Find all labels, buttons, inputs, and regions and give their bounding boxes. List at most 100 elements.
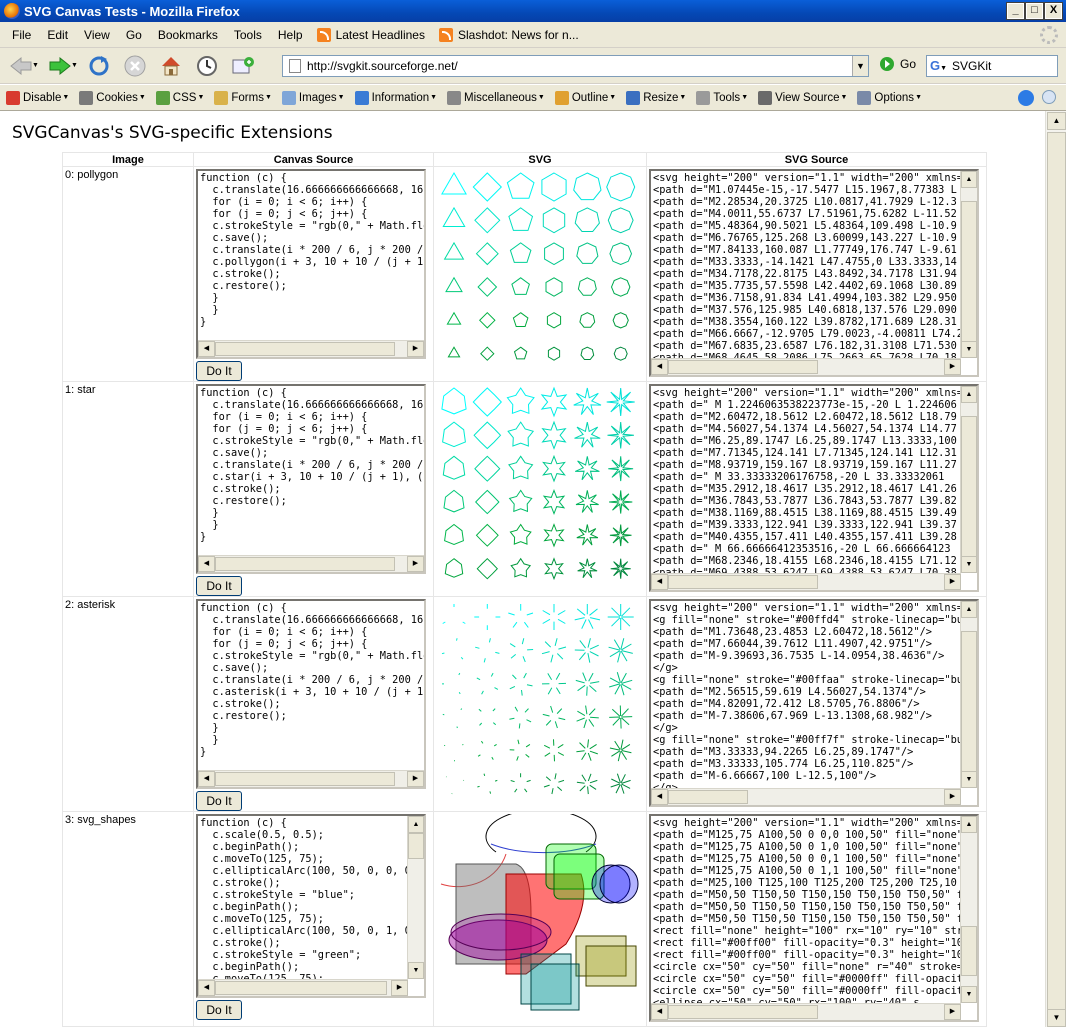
scroll-thumb[interactable] [408,833,424,859]
menu-tools[interactable]: Tools [226,28,270,42]
search-box[interactable]: G▼ SVGKit [926,55,1058,77]
scroll-up-icon[interactable]: ▲ [408,816,424,833]
scroll-up-icon[interactable]: ▲ [961,601,977,618]
google-search-icon[interactable]: G▼ [930,58,950,74]
devbar-view-source-menu[interactable]: View Source ▼ [758,90,847,105]
menu-bookmarks[interactable]: Bookmarks [150,28,226,42]
scroll-thumb[interactable] [215,981,387,995]
canvas-source-textarea[interactable]: function (c) { c.scale(0.5, 0.5); c.begi… [196,814,426,998]
scroll-left-icon[interactable]: ◀ [651,1004,668,1020]
menu-go[interactable]: Go [118,28,150,42]
new-tab-button[interactable] [228,51,258,81]
svg-source-code[interactable]: <svg height="200" version="1.1" width="2… [651,171,962,359]
forward-dropdown-icon[interactable]: ▼ [71,62,78,69]
svg-source-code[interactable]: <svg height="200" version="1.1" width="2… [651,386,962,574]
go-button[interactable]: Go [880,57,916,71]
scroll-thumb[interactable] [668,790,748,804]
svg-source-code[interactable]: <svg height="200" version="1.1" width="2… [651,816,962,1004]
svg-source-code[interactable]: <svg height="200" version="1.1" width="2… [651,601,962,789]
scroll-right-icon[interactable]: ▶ [944,359,961,375]
back-dropdown-icon[interactable]: ▼ [32,62,39,69]
devbar-outline-menu[interactable]: Outline ▼ [554,90,616,105]
scroll-up-button[interactable]: ▲ [1047,112,1066,130]
scroll-thumb[interactable] [215,772,395,786]
reload-button[interactable] [84,51,114,81]
horizontal-scrollbar[interactable]: ◀ ▶ [198,340,424,357]
scroll-down-icon[interactable]: ▼ [961,986,977,1003]
devbar-miscellaneous-menu[interactable]: Miscellaneous ▼ [447,90,545,105]
bookmark-latest-headlines[interactable]: Latest Headlines [316,27,425,42]
page-scrollbar[interactable]: ▲ ▼ [1045,111,1066,1027]
canvas-source-code[interactable]: function (c) { c.translate(16.6666666666… [198,171,424,339]
scroll-right-icon[interactable]: ▶ [944,1004,961,1020]
canvas-source-code[interactable]: function (c) { c.translate(16.6666666666… [198,601,424,769]
scroll-right-icon[interactable]: ▶ [944,574,961,590]
scroll-right-icon[interactable]: ▶ [407,341,424,357]
vertical-scrollbar[interactable]: ▲ ▼ [960,816,977,1003]
scroll-right-icon[interactable]: ▶ [407,771,424,787]
validate-icon[interactable] [1018,90,1034,106]
stop-button[interactable] [120,51,150,81]
horizontal-scrollbar[interactable]: ◀ ▶ [198,555,424,572]
url-bar[interactable]: http://svgkit.sourceforge.net/ ▼ [282,55,869,77]
scroll-thumb[interactable] [961,631,977,781]
vertical-scrollbar[interactable]: ▲ ▼ [407,816,424,979]
devbar-options-menu[interactable]: Options ▼ [857,90,922,105]
menu-view[interactable]: View [76,28,118,42]
scroll-up-icon[interactable]: ▲ [961,386,977,403]
scroll-left-icon[interactable]: ◀ [198,341,215,357]
vertical-scrollbar[interactable]: ▲ ▼ [960,386,977,573]
minimize-button[interactable]: _ [1006,2,1025,20]
scroll-up-icon[interactable]: ▲ [961,171,977,188]
scroll-down-button[interactable]: ▼ [1047,1009,1066,1027]
scroll-down-icon[interactable]: ▼ [961,556,977,573]
devbar-tools-menu[interactable]: Tools ▼ [696,90,748,105]
scroll-thumb[interactable] [668,360,818,374]
scroll-left-icon[interactable]: ◀ [651,574,668,590]
search-input[interactable]: SVGKit [952,59,991,73]
horizontal-scrollbar[interactable]: ◀ ▶ [651,1003,961,1020]
canvas-source-textarea[interactable]: function (c) { c.translate(16.6666666666… [196,599,426,789]
url-dropdown-icon[interactable]: ▼ [852,56,868,76]
history-button[interactable] [192,51,222,81]
scroll-thumb[interactable] [668,575,818,589]
canvas-source-code[interactable]: function (c) { c.translate(16.6666666666… [198,386,424,554]
canvas-source-textarea[interactable]: function (c) { c.translate(16.6666666666… [196,169,426,359]
scroll-left-icon[interactable]: ◀ [198,771,215,787]
vertical-scrollbar[interactable]: ▲ ▼ [960,171,977,358]
scroll-left-icon[interactable]: ◀ [651,789,668,805]
scroll-thumb[interactable] [668,1005,818,1019]
horizontal-scrollbar[interactable]: ◀ ▶ [651,358,961,375]
scroll-down-icon[interactable]: ▼ [408,962,424,979]
devbar-cookies-menu[interactable]: Cookies ▼ [79,90,146,105]
menu-edit[interactable]: Edit [39,28,76,42]
scroll-thumb[interactable] [215,342,395,356]
info-icon[interactable] [1042,90,1056,104]
do-it-button[interactable]: Do It [196,1000,242,1020]
maximize-button[interactable]: □ [1025,2,1044,20]
do-it-button[interactable]: Do It [196,361,242,381]
devbar-css-menu[interactable]: CSS ▼ [155,90,204,105]
svg-source-textarea[interactable]: <svg height="200" version="1.1" width="2… [649,814,979,1022]
scroll-left-icon[interactable]: ◀ [651,359,668,375]
scroll-down-icon[interactable]: ▼ [961,771,977,788]
do-it-button[interactable]: Do It [196,576,242,596]
home-button[interactable] [156,51,186,81]
scroll-thumb[interactable] [961,926,977,976]
devbar-images-menu[interactable]: Images ▼ [281,90,345,105]
devbar-information-menu[interactable]: Information ▼ [354,90,437,105]
vertical-scrollbar[interactable]: ▲ ▼ [960,601,977,788]
scroll-thumb[interactable] [215,557,395,571]
devbar-disable-menu[interactable]: Disable ▼ [6,90,69,105]
bookmark-slashdot[interactable]: Slashdot: News for n... [438,27,579,42]
scroll-right-icon[interactable]: ▶ [944,789,961,805]
canvas-source-textarea[interactable]: function (c) { c.translate(16.6666666666… [196,384,426,574]
scroll-left-icon[interactable]: ◀ [198,980,215,996]
menu-help[interactable]: Help [270,28,311,42]
scroll-up-icon[interactable]: ▲ [961,816,977,833]
svg-source-textarea[interactable]: <svg height="200" version="1.1" width="2… [649,384,979,592]
horizontal-scrollbar[interactable]: ◀ ▶ [198,770,424,787]
devbar-forms-menu[interactable]: Forms ▼ [214,90,272,105]
horizontal-scrollbar[interactable]: ◀ ▶ [651,573,961,590]
scroll-left-icon[interactable]: ◀ [198,556,215,572]
